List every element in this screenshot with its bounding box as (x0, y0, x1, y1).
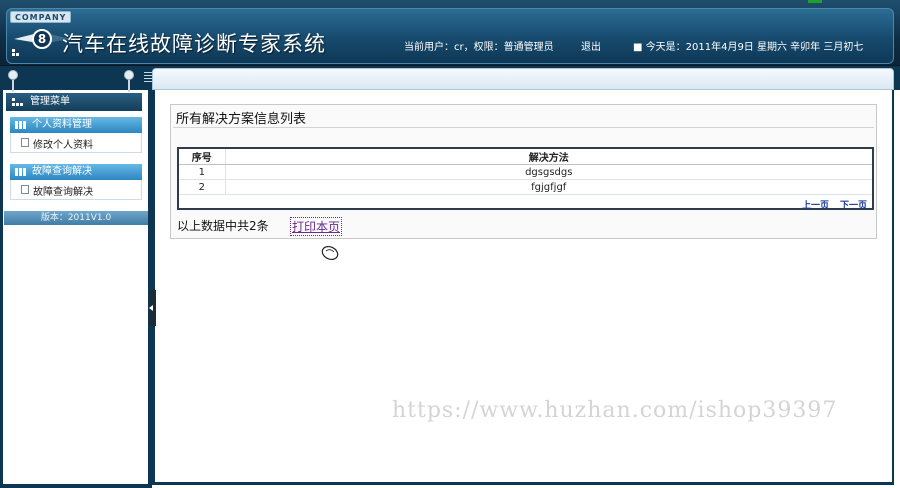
document-icon (21, 185, 29, 194)
sidebar-item-fault-query[interactable]: 故障查询解决 (21, 183, 93, 198)
menu-group-body: 修改个人资料 (10, 133, 142, 153)
hand-cursor-icon (321, 245, 339, 261)
table-row: 2 fgjgfjgf (179, 179, 872, 195)
group-icon (15, 121, 26, 129)
menu-group-profile[interactable]: 个人资料管理 (10, 117, 142, 133)
divider (173, 127, 874, 128)
next-page-link[interactable]: 下一页 (840, 198, 867, 211)
logo-dots-icon (12, 49, 19, 56)
logout-link[interactable]: 退出 (581, 38, 601, 53)
svg-text:8: 8 (38, 32, 46, 46)
table-cell: 2 (179, 179, 226, 195)
menu-grid-icon (12, 98, 23, 106)
content-toolbar (152, 68, 894, 90)
watermark: https://www.huzhan.com/ishop39397 (392, 398, 838, 423)
menu-group-body: 故障查询解决 (10, 180, 142, 200)
frame-splitter-grip[interactable] (144, 72, 152, 84)
sidebar-pins (8, 70, 144, 92)
column-header: 序号 (179, 149, 226, 165)
prev-page-link[interactable]: 上一页 (802, 198, 829, 211)
current-date: ■ 今天是：2011年4月9日 星期六 辛卯年 三月初七 (633, 42, 864, 53)
column-header: 解决方法 (225, 149, 872, 165)
sidebar-item-edit-profile[interactable]: 修改个人资料 (21, 136, 93, 151)
page-title: 所有解决方案信息列表 (176, 112, 307, 127)
solution-table: 序号 解决方法 1 dgsgsdgs 2 fgjgfjgf (179, 149, 872, 195)
current-user-info: 当前用户：cr，权限：普通管理员 (404, 42, 554, 53)
table-cell: fgjgfjgf (225, 179, 872, 195)
table-row: 1 dgsgsdgs (179, 164, 872, 180)
menu-group-label: 个人资料管理 (32, 119, 92, 130)
sidebar-item-label: 故障查询解决 (33, 187, 93, 198)
app-title: 汽车在线故障诊断专家系统 (62, 32, 326, 56)
version-label: 版本：2011V1.0 (4, 211, 148, 225)
pin-icon (124, 70, 134, 92)
menu-group-fault[interactable]: 故障查询解决 (10, 164, 142, 180)
table-cell: 1 (179, 164, 226, 180)
print-page-link[interactable]: 打印本页 (290, 217, 343, 236)
window-accent (808, 0, 822, 3)
menu-group-label: 故障查询解决 (32, 166, 92, 177)
menu-title: 管理菜单 (30, 96, 70, 107)
sidebar-collapse-icon[interactable] (149, 290, 156, 326)
table-cell: dgsgsdgs (225, 164, 872, 180)
document-icon (21, 138, 29, 147)
sidebar-item-label: 修改个人资料 (33, 140, 93, 151)
menu-header: 管理菜单 (6, 93, 142, 111)
company-badge: COMPANY (10, 11, 72, 23)
record-count-summary: 以上数据中共2条 (177, 219, 269, 233)
group-icon (15, 168, 26, 176)
pin-icon (8, 70, 18, 92)
table-header-row: 序号 解决方法 (179, 149, 872, 165)
